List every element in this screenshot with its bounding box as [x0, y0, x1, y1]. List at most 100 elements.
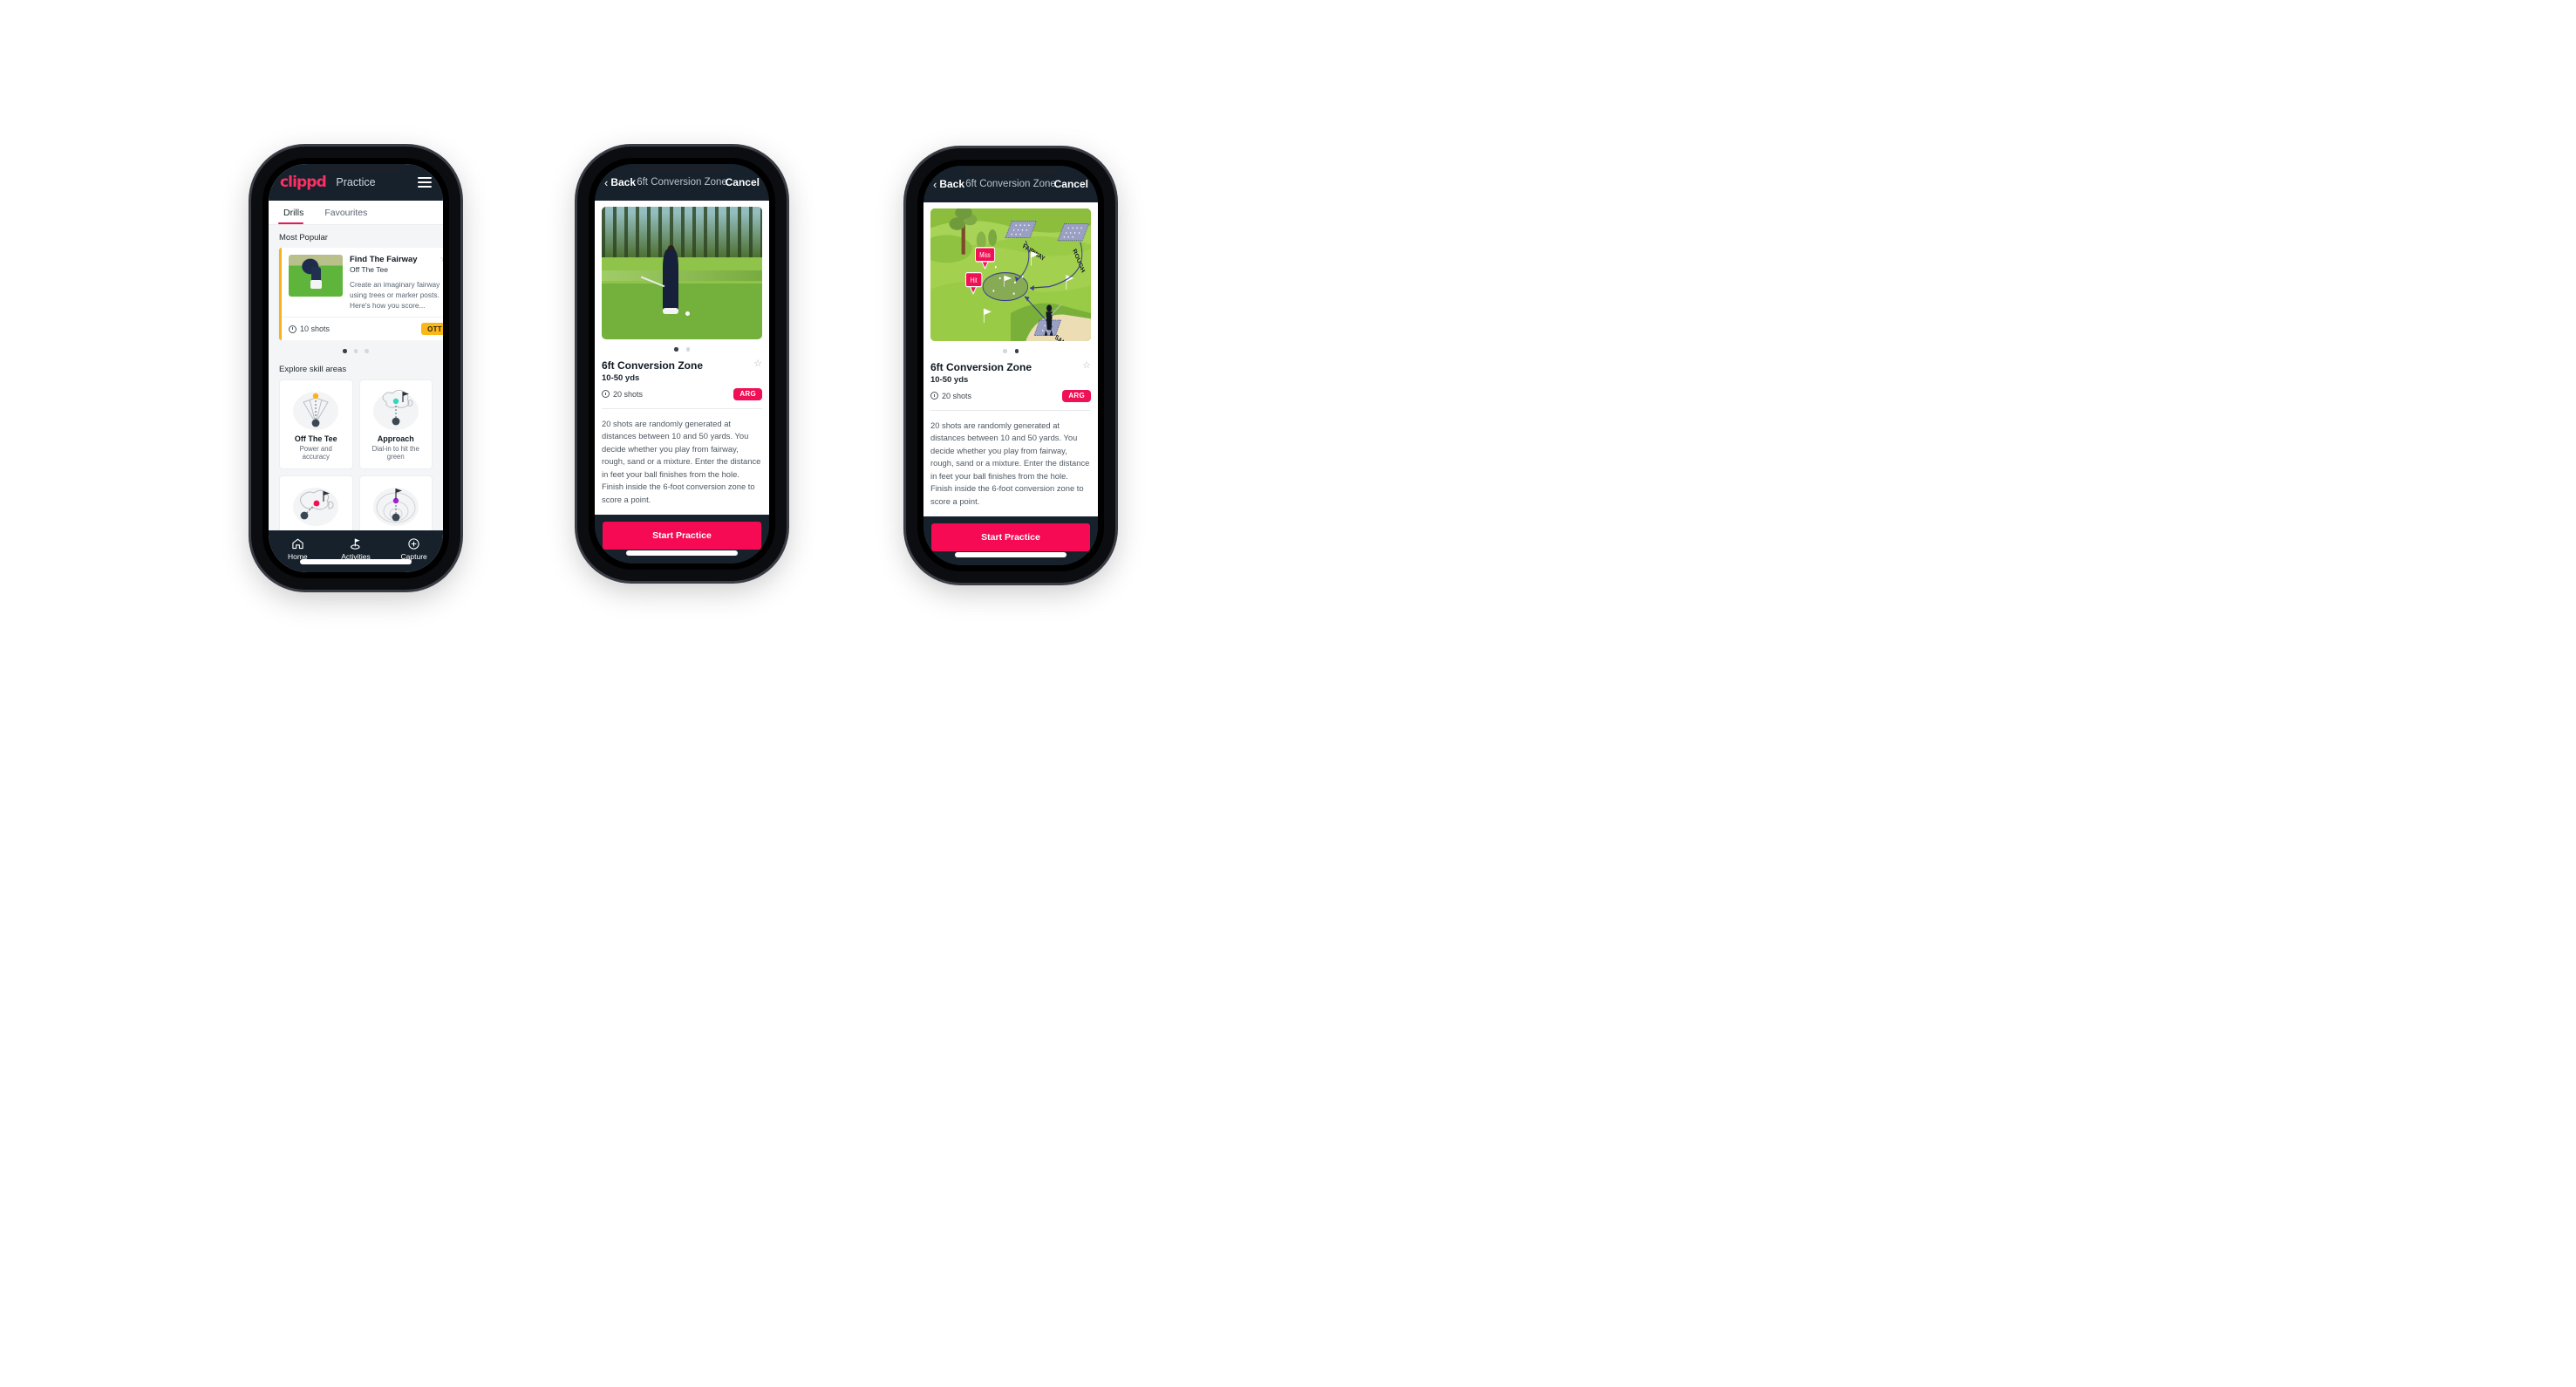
phone-drill-detail-diagram: ‹ Back 6ft Conversion Zone Cancel ROUGH … [906, 148, 1115, 583]
drill-card-titles: Find The Fairway Off The Tee [350, 255, 418, 274]
skill-badge-arg: ARG [1062, 389, 1091, 402]
tab-drills[interactable]: Drills [278, 201, 309, 224]
cta-container: Start Practice [923, 516, 1098, 565]
shots-count: 20 shots [930, 392, 971, 400]
detail-description: 20 shots are randomly generated at dista… [930, 420, 1090, 506]
hero-dot-1[interactable] [674, 347, 678, 352]
screen-drill-photo: ‹ Back 6ft Conversion Zone Cancel 6ft Co… [595, 164, 769, 564]
skill-name: Approach [377, 434, 414, 443]
phone-bezel: ‹ Back 6ft Conversion Zone Cancel [589, 158, 775, 570]
drill-card-footer: 10 shots OTT [282, 317, 443, 340]
explore-heading: Explore skill areas [279, 364, 347, 374]
detail-title: 6ft Conversion Zone [602, 359, 704, 372]
carousel-dot-3[interactable] [365, 349, 369, 353]
start-practice-button[interactable]: Start Practice [603, 522, 761, 550]
tab-favourites[interactable]: Favourites [319, 201, 372, 224]
hero-dot-2[interactable] [1014, 349, 1019, 353]
detail-subtitle: 10-50 yds [930, 374, 969, 385]
star-outline-icon[interactable]: ☆ [440, 255, 443, 264]
clock-icon [930, 392, 938, 400]
drill-subtitle: Off The Tee [350, 265, 388, 274]
carousel-dots[interactable] [269, 340, 443, 357]
tab-bar: Drills Favourites [269, 201, 443, 225]
phone-drill-detail-photo: ‹ Back 6ft Conversion Zone Cancel 6ft Co… [577, 147, 787, 581]
detail-titles: 6ft Conversion Zone 10-50 yds [930, 361, 1032, 385]
phone-bezel: ‹ Back 6ft Conversion Zone Cancel [917, 160, 1104, 571]
skill-desc: Power and accuracy [299, 444, 332, 461]
detail-title: 6ft Conversion Zone [930, 360, 1032, 373]
drill-card[interactable]: Find The Fairway Off The Tee ☆ Create an… [279, 248, 443, 341]
bottom-navigation: Home Activities Capture [269, 530, 443, 572]
svg-text:Miss: Miss [979, 251, 991, 259]
skill-name: Off The Tee [294, 434, 337, 443]
fairway-stripe [602, 270, 762, 282]
screenshot-canvas: clippd Practice Drills Favourites Most P… [0, 0, 2576, 1387]
phone-practice-screen: clippd Practice Drills Favourites Most P… [251, 147, 460, 590]
drill-carousel[interactable]: Find The Fairway Off The Tee ☆ Create an… [269, 248, 443, 341]
detail-subtitle: 10-50 yds [602, 372, 640, 383]
cancel-button[interactable]: Cancel [1054, 178, 1088, 190]
clippd-logo[interactable]: clippd [280, 174, 327, 191]
putting-rings-icon [365, 483, 427, 529]
carousel-dot-2[interactable] [353, 349, 358, 353]
svg-text:Hit: Hit [971, 277, 977, 284]
skill-card-around-the-green[interactable]: Around The Green Hone your short game [279, 475, 353, 530]
skill-card-off-the-tee[interactable]: Off The Tee Power and accuracy [279, 379, 353, 469]
chevron-left-icon: ‹ [604, 175, 609, 189]
skill-desc: Dial-in to hit the green [371, 444, 419, 461]
back-button[interactable]: ‹ Back [933, 178, 964, 190]
back-label: Back [939, 178, 965, 190]
clock-icon [289, 325, 296, 333]
star-outline-icon[interactable]: ☆ [1082, 360, 1091, 371]
around-green-icon [285, 483, 347, 529]
drill-card-top: Find The Fairway Off The Tee ☆ Create an… [282, 248, 443, 317]
shots-count: 10 shots [289, 325, 330, 333]
screen-drill-diagram: ‹ Back 6ft Conversion Zone Cancel ROUGH … [923, 166, 1098, 565]
hamburger-icon[interactable] [418, 177, 432, 188]
hero-dots[interactable] [602, 339, 762, 359]
hero-dot-2[interactable] [685, 347, 690, 352]
drill-thumbnail [289, 255, 343, 297]
divider [602, 407, 762, 409]
shots-count: 20 shots [602, 390, 643, 399]
hero-dot-1[interactable] [1003, 349, 1007, 353]
golfer-shoes [662, 307, 679, 315]
hero-dots[interactable] [930, 341, 1091, 361]
nav-item-capture[interactable]: Capture [385, 536, 443, 561]
approach-green-icon [365, 387, 427, 433]
detail-title-row: 6ft Conversion Zone 10-50 yds ☆ [930, 360, 1091, 385]
star-outline-icon[interactable]: ☆ [753, 359, 762, 369]
back-button[interactable]: ‹ Back [604, 176, 636, 188]
earpiece-speaker [964, 168, 1058, 174]
detail-meta: 20 shots ARG [930, 389, 1091, 402]
earpiece-speaker [635, 167, 729, 172]
most-popular-heading: Most Popular [279, 233, 328, 243]
drill-hero-diagram[interactable]: FAIRWAY ROUGH SAND [930, 208, 1091, 341]
shots-label: 20 shots [613, 389, 644, 399]
shots-label: 20 shots [942, 391, 972, 400]
drill-detail-body: 6ft Conversion Zone 10-50 yds ☆ 20 shots… [595, 201, 769, 515]
nav-item-home[interactable]: Home [269, 536, 327, 561]
nav-item-activities[interactable]: Activities [327, 536, 385, 561]
skill-card-approach[interactable]: Approach Dial-in to hit the green [358, 379, 433, 469]
detail-titles: 6ft Conversion Zone 10-50 yds [602, 359, 703, 383]
skill-badge-ott: OTT [421, 323, 443, 336]
earpiece-speaker [309, 167, 403, 172]
skill-card-putting[interactable]: Putting Make and lag practice [358, 475, 433, 530]
skill-badge-arg: ARG [733, 387, 762, 400]
plus-circle-icon [385, 536, 443, 550]
drill-card-header: Find The Fairway Off The Tee ☆ [350, 255, 443, 275]
drill-title: Find The Fairway [350, 255, 418, 264]
clock-icon [602, 390, 610, 398]
start-practice-button[interactable]: Start Practice [931, 523, 1090, 551]
tree-line [602, 207, 762, 257]
drill-hero-photo[interactable] [602, 207, 762, 339]
tee-dispersion-icon [285, 387, 347, 433]
home-indicator [300, 559, 412, 564]
shots-label: 10 shots [300, 325, 331, 334]
detail-meta: 20 shots ARG [602, 387, 762, 400]
cancel-button[interactable]: Cancel [726, 176, 760, 188]
golfer-body [662, 249, 679, 313]
carousel-dot-1[interactable] [343, 349, 347, 353]
screen-practice: clippd Practice Drills Favourites Most P… [269, 164, 443, 572]
